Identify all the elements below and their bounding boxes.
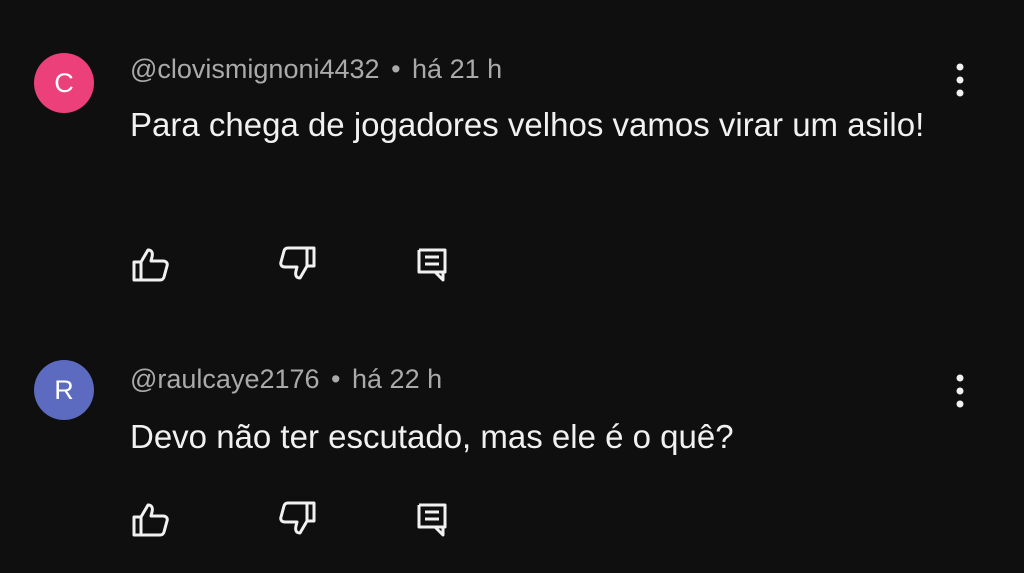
more-vertical-icon: [956, 63, 964, 97]
comment-text: Devo não ter escutado, mas ele é o quê?: [130, 418, 734, 455]
comment-meta: @raulcaye2176 • há 22 h: [130, 364, 442, 395]
like-icon: [132, 248, 169, 282]
avatar-letter: C: [54, 68, 74, 98]
avatar[interactable]: C: [34, 53, 94, 113]
dislike-icon: [279, 246, 316, 280]
like-button[interactable]: [128, 242, 172, 286]
reply-button[interactable]: [410, 242, 454, 286]
meta-separator: •: [391, 54, 401, 84]
meta-separator: •: [331, 364, 341, 394]
dislike-icon: [279, 501, 316, 535]
comment-timestamp[interactable]: há 21 h: [412, 54, 502, 84]
reply-button[interactable]: [410, 497, 454, 541]
dislike-button[interactable]: [276, 242, 320, 286]
comment-author-handle[interactable]: @clovismignoni4432: [130, 54, 380, 84]
comment-timestamp[interactable]: há 22 h: [352, 364, 442, 394]
like-button[interactable]: [128, 497, 172, 541]
reply-icon: [417, 248, 447, 282]
comment-meta: @clovismignoni4432 • há 21 h: [130, 54, 502, 85]
more-options-button[interactable]: [944, 371, 976, 411]
more-vertical-icon: [956, 374, 964, 408]
like-icon: [132, 503, 169, 537]
avatar[interactable]: R: [34, 360, 94, 420]
comment-text: Para chega de jogadores velhos vamos vir…: [130, 106, 925, 143]
more-options-button[interactable]: [944, 60, 976, 100]
dislike-button[interactable]: [276, 497, 320, 541]
avatar-letter: R: [54, 375, 74, 405]
reply-icon: [417, 503, 447, 537]
comment-author-handle[interactable]: @raulcaye2176: [130, 364, 320, 394]
